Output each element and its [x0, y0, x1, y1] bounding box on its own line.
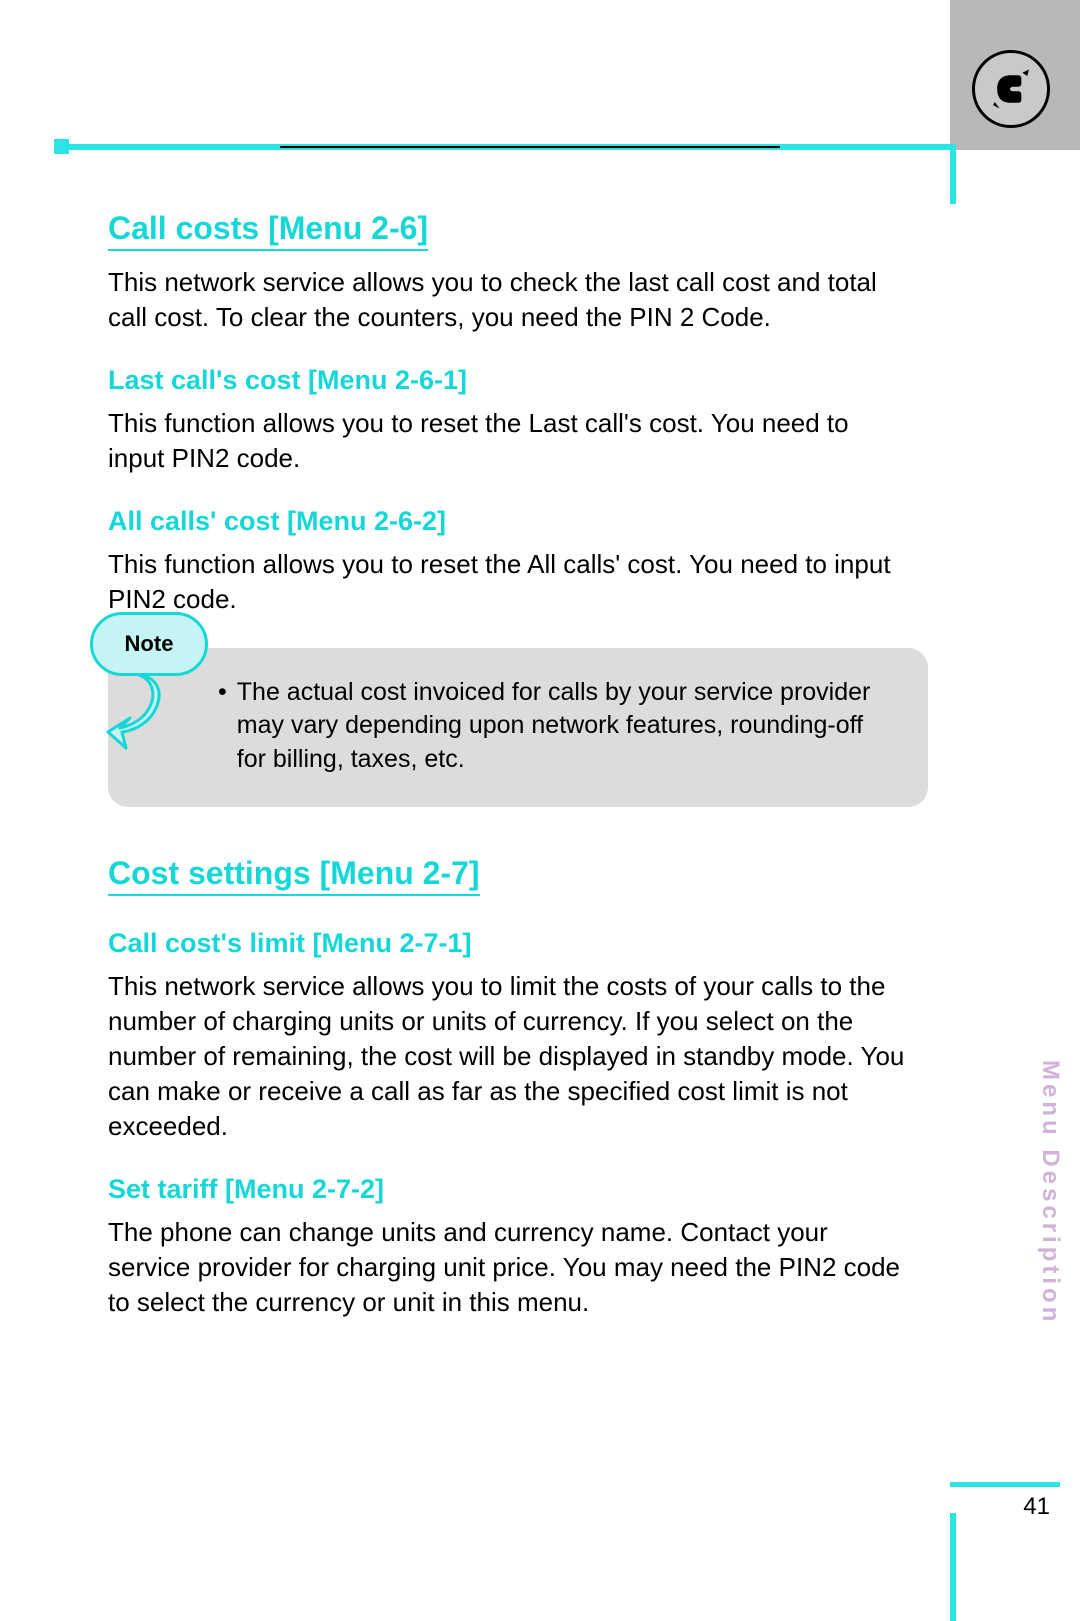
body-last-call-cost: This function allows you to reset the La… — [108, 406, 908, 476]
body-call-cost-limit: This network service allows you to limit… — [108, 969, 908, 1144]
page: Call costs [Menu 2-6] This network servi… — [0, 0, 1080, 1621]
top-rule-vert — [950, 144, 956, 204]
heading-cost-settings: Cost settings [Menu 2-7] — [108, 855, 480, 896]
top-rule-black — [280, 146, 780, 148]
page-number-bar — [950, 1482, 1060, 1487]
heading-set-tariff: Set tariff [Menu 2-7-2] — [108, 1174, 928, 1205]
section-cost-settings: Cost settings [Menu 2-7] Call cost's lim… — [108, 855, 928, 1321]
note-box: • The actual cost invoiced for calls by … — [108, 648, 928, 807]
bullet-icon: • — [218, 676, 227, 777]
heading-call-cost-limit: Call cost's limit [Menu 2-7-1] — [108, 928, 928, 959]
note-callout: • The actual cost invoiced for calls by … — [108, 648, 928, 807]
bottom-rule-vert — [950, 1513, 956, 1621]
note-arrow-icon — [106, 674, 166, 759]
note-label: Note — [90, 612, 208, 676]
note-text: The actual cost invoiced for calls by yo… — [237, 676, 898, 777]
page-number: 41 — [1023, 1493, 1060, 1521]
section-call-costs: Call costs [Menu 2-6] This network servi… — [108, 210, 928, 807]
heading-last-call-cost: Last call's cost [Menu 2-6-1] — [108, 365, 928, 396]
phone-handset-icon — [972, 50, 1050, 128]
subsection-set-tariff: Set tariff [Menu 2-7-2] The phone can ch… — [108, 1174, 928, 1320]
page-number-area: 41 — [950, 1482, 1060, 1521]
body-set-tariff: The phone can change units and currency … — [108, 1215, 908, 1320]
body-call-costs: This network service allows you to check… — [108, 265, 908, 335]
subsection-call-cost-limit: Call cost's limit [Menu 2-7-1] This netw… — [108, 928, 928, 1144]
side-label: Menu Description — [1036, 1060, 1064, 1325]
heading-call-costs: Call costs [Menu 2-6] — [108, 210, 428, 251]
subsection-all-calls-cost: All calls' cost [Menu 2-6-2] This functi… — [108, 506, 928, 617]
content-area: Call costs [Menu 2-6] This network servi… — [108, 210, 928, 1351]
subsection-last-call-cost: Last call's cost [Menu 2-6-1] This funct… — [108, 365, 928, 476]
body-all-calls-cost: This function allows you to reset the Al… — [108, 547, 908, 617]
heading-all-calls-cost: All calls' cost [Menu 2-6-2] — [108, 506, 928, 537]
